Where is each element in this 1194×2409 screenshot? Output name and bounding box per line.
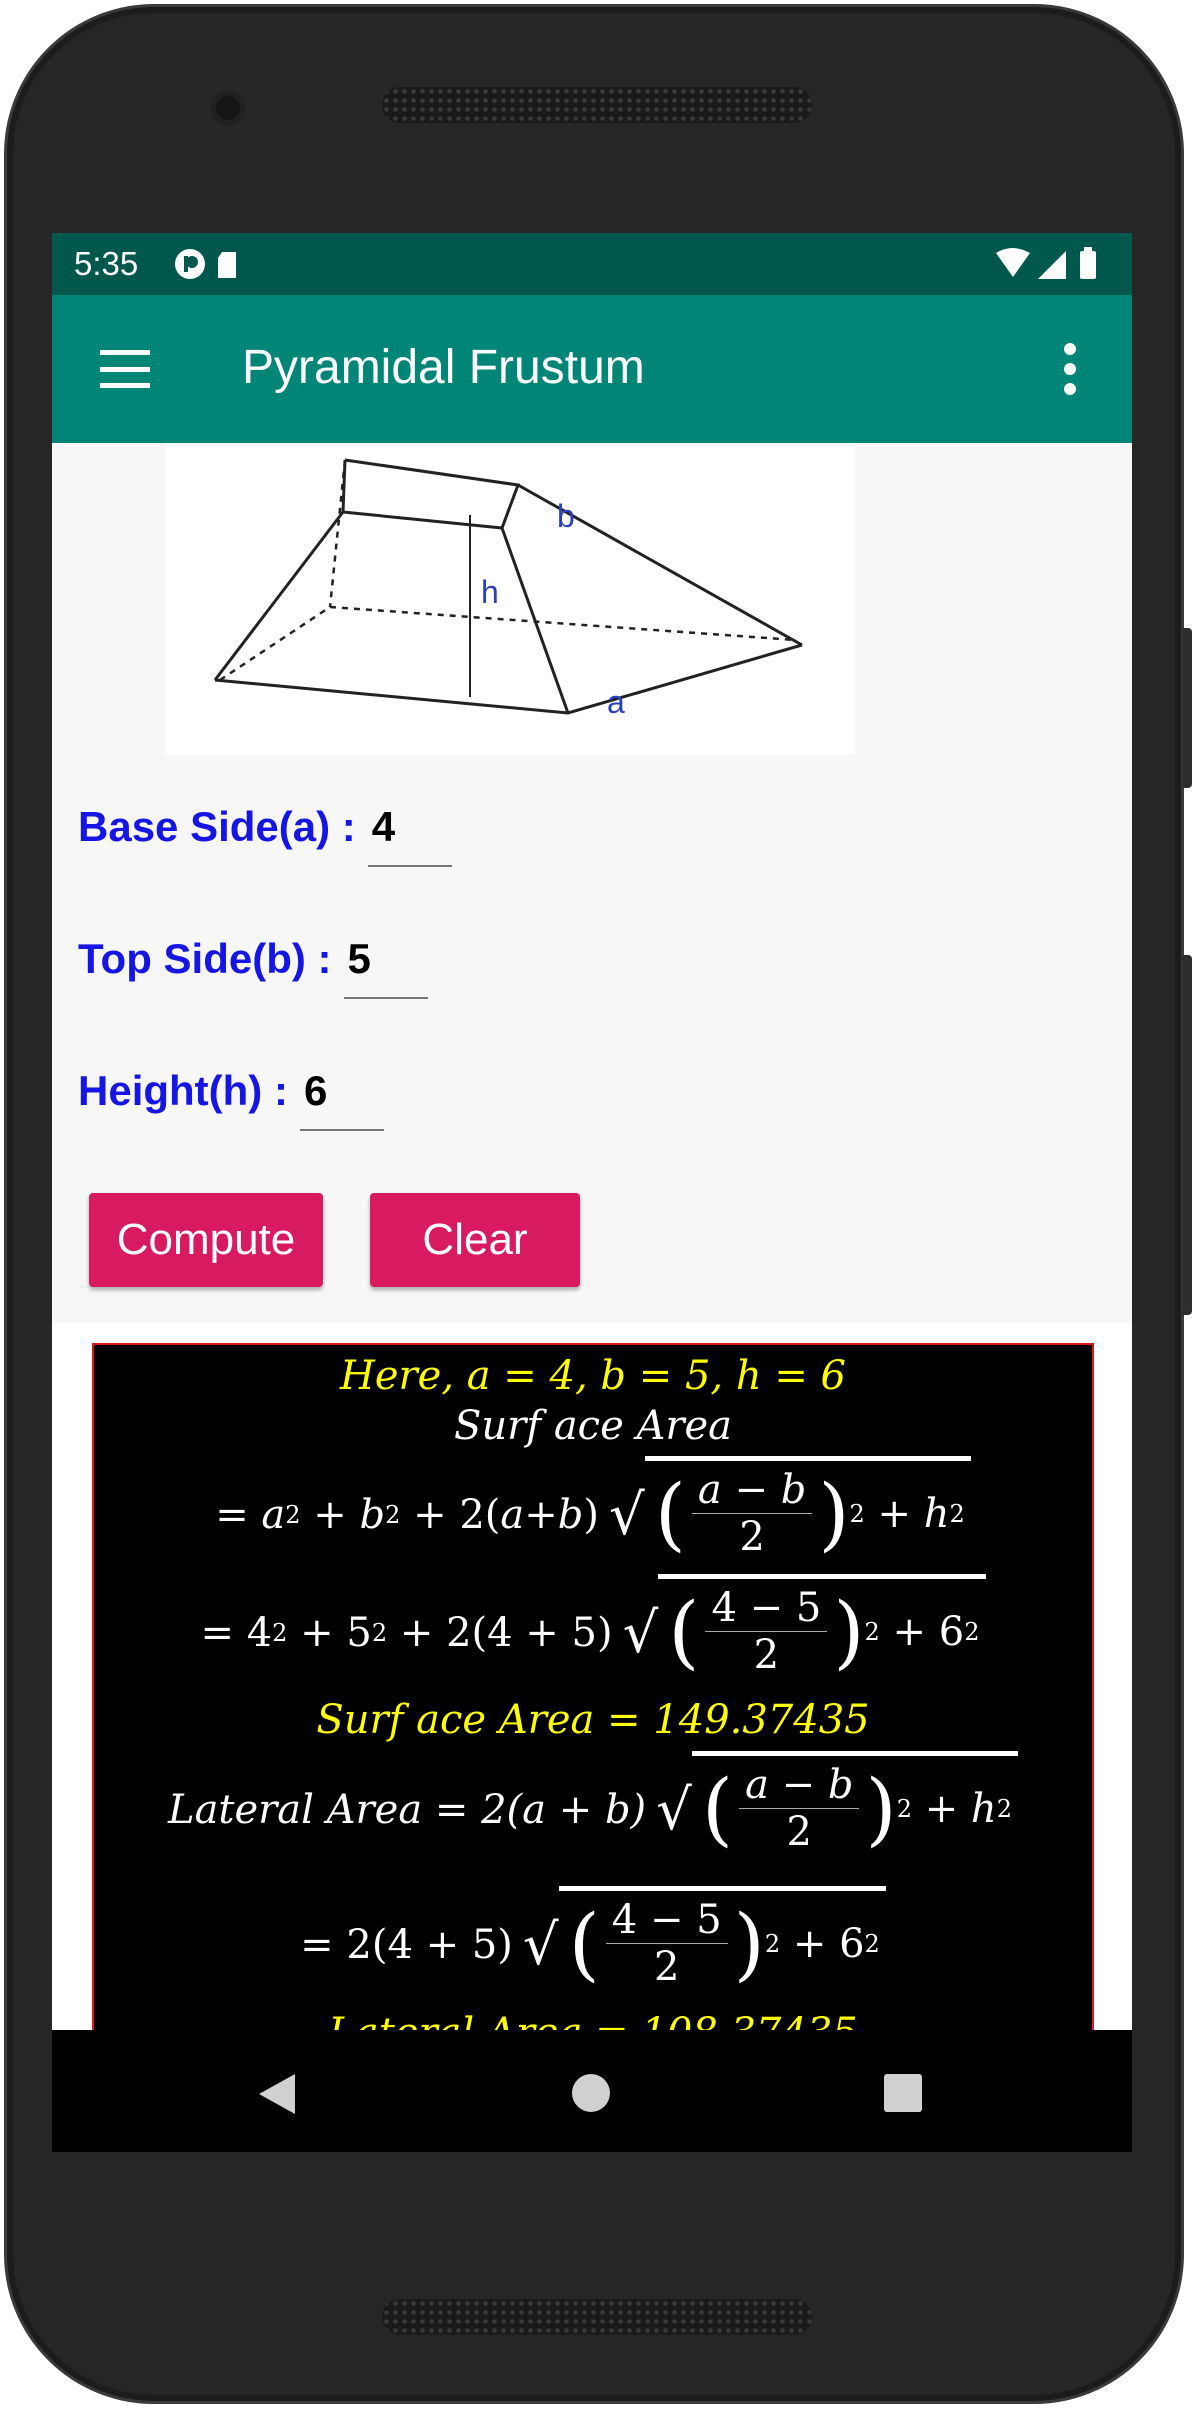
top-side-label: Top Side(b) :	[78, 935, 332, 982]
given-values: Here, a = 4, b = 5, h = 6	[339, 1353, 847, 1399]
surface-area-formula: = a2 + b2 + 2(a + b) √(a − b 2) 2 + h2	[94, 1455, 1092, 1575]
height-label: Height(h) :	[78, 1067, 288, 1114]
pocket-casts-icon	[175, 249, 236, 279]
hamburger-icon[interactable]	[100, 350, 150, 388]
height-row: Height(h) : 6	[78, 1067, 384, 1131]
wifi-signal-battery-icons	[996, 247, 1096, 279]
status-time: 5:35	[74, 245, 139, 282]
home-icon[interactable]	[570, 2072, 612, 2114]
frustum-diagram: b h a	[165, 445, 855, 755]
surface-area-heading: Surf ace Area	[454, 1403, 732, 1449]
height-input[interactable]: 6	[299, 1067, 384, 1131]
surface-area-substitution: = 42 + 52 + 2(4 + 5) √(4 − 5 2) 2 + 62	[94, 1573, 1092, 1693]
power-button[interactable]	[1182, 628, 1192, 788]
front-camera	[211, 91, 245, 125]
top-side-input[interactable]: 5	[343, 935, 428, 999]
back-icon[interactable]	[257, 2072, 297, 2116]
navigation-bar	[52, 2030, 1132, 2152]
frustum-drawing: b h a	[213, 458, 803, 720]
clear-button[interactable]: Clear	[370, 1193, 580, 1287]
top-side-row: Top Side(b) : 5	[78, 935, 428, 999]
surface-area-result: Surf ace Area = 149.37435	[316, 1697, 870, 1743]
bottom-speaker	[382, 2299, 812, 2335]
label-a: a	[607, 684, 625, 720]
label-h: h	[481, 574, 499, 610]
recents-icon[interactable]	[883, 2073, 923, 2113]
base-side-label: Base Side(a) :	[78, 803, 356, 850]
lateral-area-formula: Lateral Area = 2(a + b) √(a − b 2) 2 + h2	[94, 1745, 1092, 1875]
volume-button[interactable]	[1182, 955, 1192, 1315]
top-speaker	[382, 87, 812, 123]
app-bar: Pyramidal Frustum	[52, 295, 1132, 443]
base-side-row: Base Side(a) : 4	[78, 803, 452, 867]
compute-button[interactable]: Compute	[89, 1193, 323, 1287]
base-side-input[interactable]: 4	[367, 803, 452, 867]
screen: 5:35 Pyramidal Frustum b h a Base Side(a…	[52, 233, 1132, 2152]
app-title: Pyramidal Frustum	[242, 341, 645, 394]
more-vert-icon[interactable]	[1064, 343, 1078, 395]
lateral-area-substitution: = 2(4 + 5) √(4 − 5 2) 2 + 62	[94, 1885, 1092, 2005]
status-bar: 5:35	[52, 233, 1132, 295]
label-b: b	[557, 498, 575, 534]
